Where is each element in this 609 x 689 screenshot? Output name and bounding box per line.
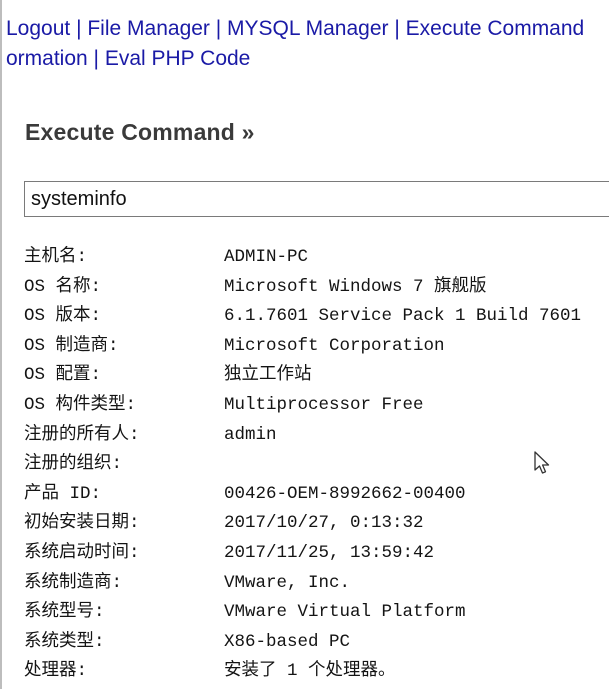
- output-row: 系统制造商: VMware, Inc.: [24, 569, 609, 599]
- output-row: 初始安装日期: 2017/10/27, 0:13:32: [24, 509, 609, 539]
- page-left-border: [0, 0, 2, 689]
- output-key: 系统类型:: [24, 631, 105, 652]
- mouse-pointer-icon: [534, 451, 550, 474]
- output-value: 独立工作站: [224, 365, 312, 386]
- output-key: OS 配置:: [24, 365, 102, 386]
- output-row: OS 名称: Microsoft Windows 7 旗舰版: [24, 273, 609, 303]
- output-row: OS 构件类型: Multiprocessor Free: [24, 391, 609, 421]
- output-key: OS 版本:: [24, 306, 102, 327]
- output-key: 注册的组织:: [24, 454, 123, 475]
- output-value: Microsoft Windows 7 旗舰版: [224, 276, 487, 297]
- output-value: X86-based PC: [224, 631, 351, 652]
- output-row: 系统类型: X86-based PC: [24, 628, 609, 658]
- output-value: 2017/10/27, 0:13:32: [224, 513, 424, 534]
- nav-link-server-information[interactable]: ormation: [6, 47, 88, 70]
- output-key: OS 制造商:: [24, 335, 119, 356]
- section-title: Execute Command »: [25, 119, 255, 145]
- output-value: VMware Virtual Platform: [224, 602, 466, 623]
- nav-link-execute-command[interactable]: Execute Command: [406, 17, 585, 40]
- output-value: admin: [224, 424, 277, 445]
- output-key: 注册的所有人:: [24, 424, 140, 445]
- output-row: OS 制造商: Microsoft Corporation: [24, 332, 609, 362]
- output-key: 产品 ID:: [24, 483, 102, 504]
- output-row: 注册的组织:: [24, 450, 609, 480]
- nav-link-eval-php-code[interactable]: Eval PHP Code: [105, 47, 251, 70]
- output-value: 2017/11/25, 13:59:42: [224, 542, 435, 563]
- output-value: Microsoft Corporation: [224, 335, 445, 356]
- output-key: OS 构件类型:: [24, 394, 137, 415]
- nav-separator: |: [70, 17, 88, 40]
- nav-link-mysql-manager[interactable]: MYSQL Manager: [227, 17, 388, 40]
- nav-separator: |: [388, 17, 406, 40]
- output-row: 注册的所有人: admin: [24, 421, 609, 451]
- output-row: 处理器: 安装了 1 个处理器。: [24, 657, 609, 687]
- command-output: 主机名: ADMIN-PC OS 名称: Microsoft Windows 7 旗…: [24, 243, 609, 687]
- output-key: 处理器:: [24, 661, 88, 682]
- output-value: 00426-OEM-8992662-00400: [224, 483, 466, 504]
- output-row: 主机名: ADMIN-PC: [24, 243, 609, 273]
- top-nav-line-1: Logout | File Manager | MYSQL Manager | …: [6, 14, 609, 44]
- output-key: OS 名称:: [24, 276, 102, 297]
- command-input[interactable]: [24, 181, 609, 217]
- nav-link-logout[interactable]: Logout: [6, 17, 70, 40]
- output-value: Multiprocessor Free: [224, 394, 424, 415]
- output-value: 6.1.7601 Service Pack 1 Build 7601: [224, 306, 582, 327]
- top-nav-line-2: ormation | Eval PHP Code: [6, 44, 609, 74]
- output-key: 系统启动时间:: [24, 542, 140, 563]
- output-value: VMware, Inc.: [224, 572, 351, 593]
- output-row: 产品 ID: 00426-OEM-8992662-00400: [24, 480, 609, 510]
- output-row: OS 配置: 独立工作站: [24, 361, 609, 391]
- top-nav: Logout | File Manager | MYSQL Manager | …: [6, 14, 609, 74]
- nav-separator: |: [87, 47, 105, 70]
- output-row: 系统启动时间: 2017/11/25, 13:59:42: [24, 539, 609, 569]
- nav-separator: |: [209, 17, 228, 40]
- output-value: 安装了 1 个处理器。: [224, 661, 396, 682]
- nav-link-file-manager[interactable]: File Manager: [87, 17, 210, 40]
- output-row: 系统型号: VMware Virtual Platform: [24, 598, 609, 628]
- output-key: 系统制造商:: [24, 572, 123, 593]
- output-value: ADMIN-PC: [224, 247, 309, 267]
- output-key: 初始安装日期:: [24, 513, 140, 534]
- output-key: 主机名:: [24, 247, 88, 267]
- output-key: 系统型号:: [24, 602, 105, 623]
- output-row: OS 版本: 6.1.7601 Service Pack 1 Build 7601: [24, 302, 609, 332]
